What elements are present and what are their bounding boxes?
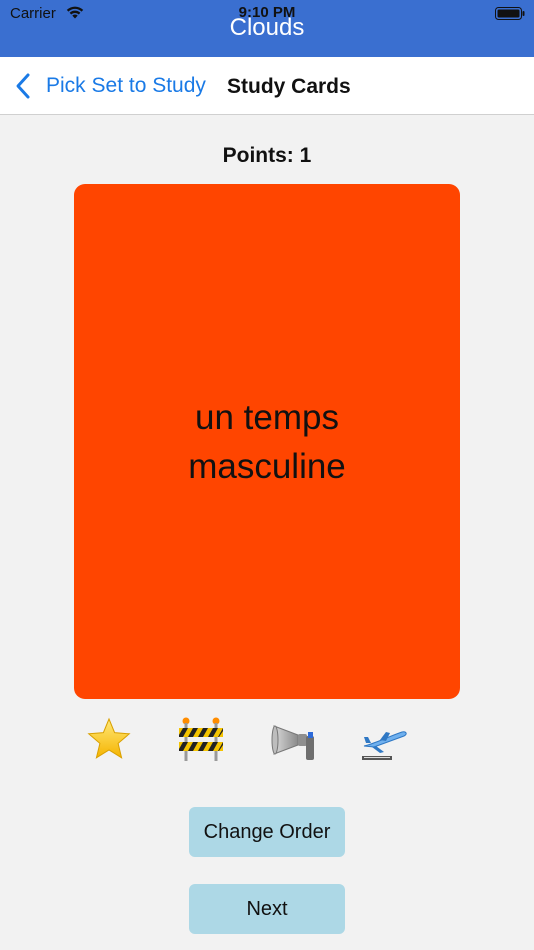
navigation-bar: Pick Set to Study Study Cards (0, 57, 534, 115)
app-title: Clouds (229, 14, 305, 41)
page-title: Study Cards (227, 75, 351, 98)
star-button[interactable] (85, 716, 133, 764)
construction-button[interactable] (177, 716, 225, 764)
card-text-line: masculine (188, 446, 346, 486)
megaphone-icon (271, 725, 314, 760)
points-display: Points: 1 (0, 144, 534, 168)
points-label: Points: (222, 144, 294, 167)
airplane-button[interactable] (360, 716, 408, 764)
star-icon (87, 717, 131, 759)
back-button[interactable]: Pick Set to Study (14, 69, 206, 103)
megaphone-button[interactable] (270, 716, 318, 764)
app-header: Carrier 9:10 PM Clouds (0, 0, 534, 57)
airplane-departure-icon (362, 731, 407, 760)
construction-barrier-icon (179, 717, 223, 761)
study-card[interactable]: un temps masculine (74, 184, 460, 699)
points-value: 1 (299, 144, 312, 167)
chevron-left-icon (16, 73, 30, 99)
card-actions-row (0, 716, 534, 766)
card-text: un temps masculine (188, 393, 346, 491)
next-button[interactable]: Next (189, 884, 345, 934)
card-text-line: un temps (195, 397, 339, 437)
back-button-label: Pick Set to Study (46, 74, 206, 97)
change-order-button[interactable]: Change Order (189, 807, 345, 857)
